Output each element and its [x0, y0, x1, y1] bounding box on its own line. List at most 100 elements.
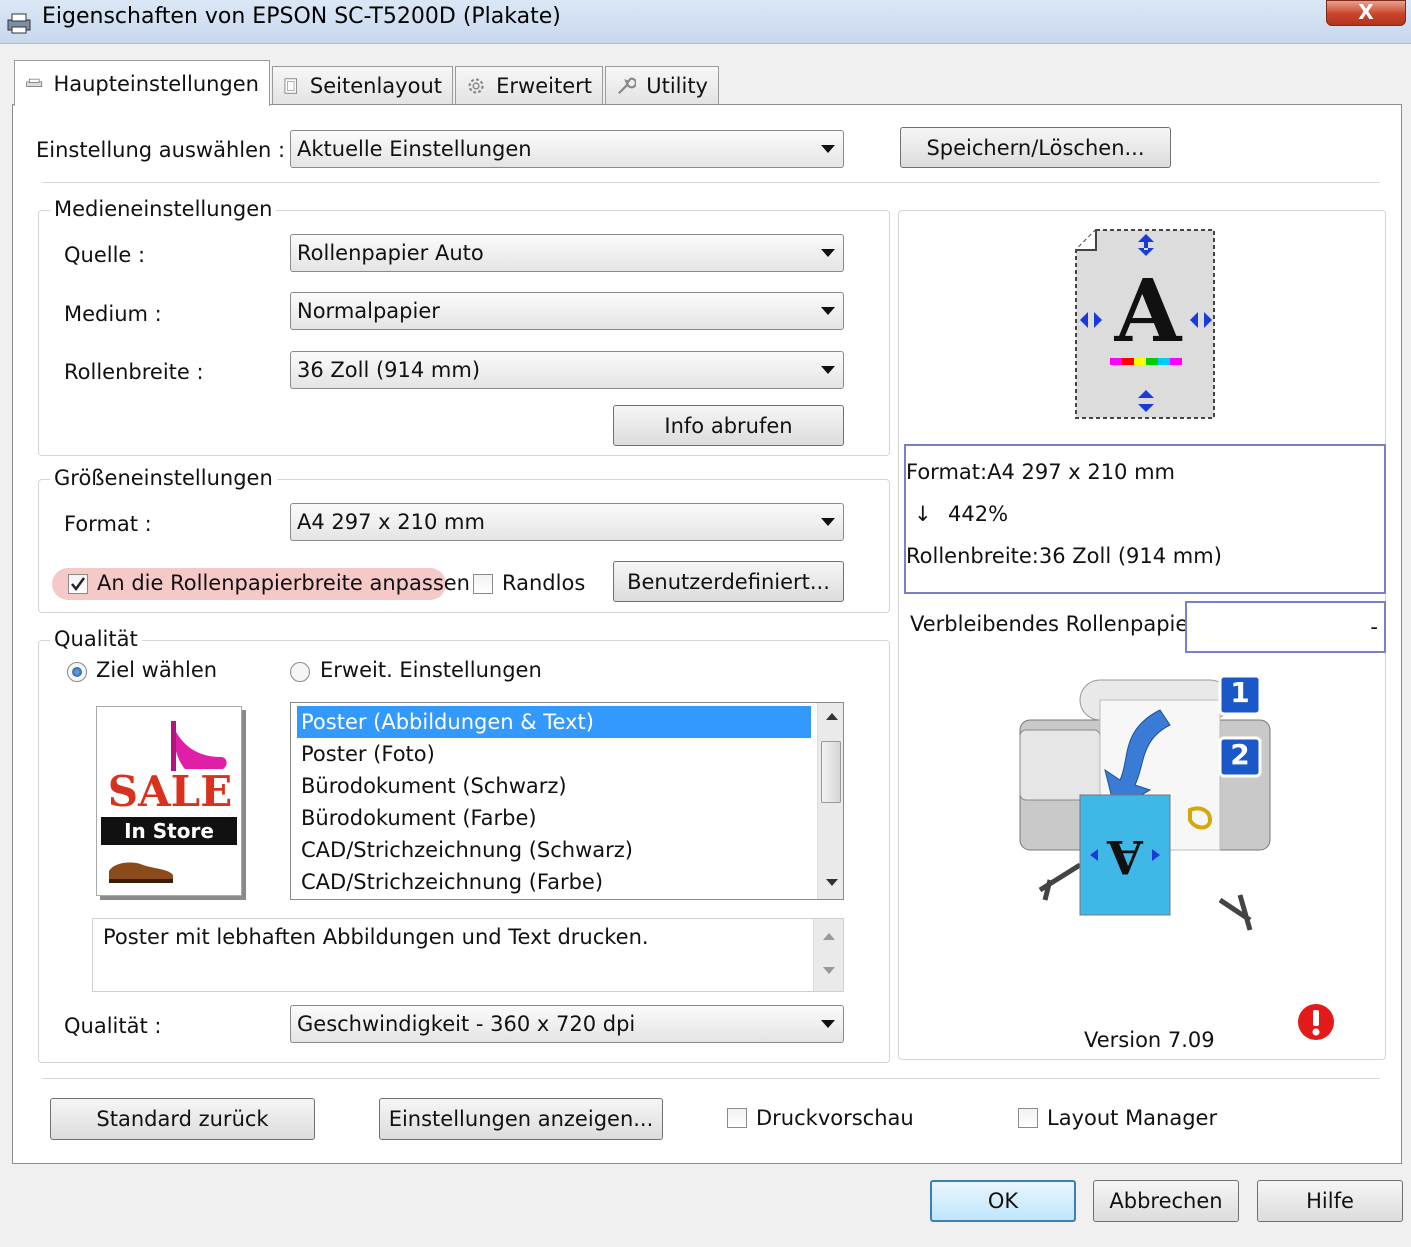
quality-target-list[interactable]: Poster (Abbildungen & Text) Poster (Foto)…: [290, 702, 844, 900]
tab-erweitert[interactable]: Erweitert: [455, 66, 603, 104]
print-preview-checkbox[interactable]: [727, 1108, 747, 1128]
target-radio[interactable]: [67, 662, 87, 682]
reset-defaults-button[interactable]: Standard zurück: [50, 1098, 315, 1140]
version-text: Version 7.09: [1084, 1028, 1215, 1052]
arrow-down-icon: ↓: [914, 502, 932, 526]
rollwidth-value: 36 Zoll (914 mm): [297, 358, 481, 382]
list-item[interactable]: Poster (Foto): [297, 738, 811, 770]
borderless-label: Randlos: [502, 571, 586, 595]
chevron-down-icon: [821, 145, 835, 153]
description-text: Poster mit lebhaften Abbildungen und Tex…: [103, 925, 649, 949]
scrollbar-thumb[interactable]: [821, 741, 841, 803]
ok-button[interactable]: OK: [930, 1180, 1076, 1222]
tab-label: Haupteinstellungen: [53, 71, 259, 96]
format-value: A4 297 x 210 mm: [297, 510, 485, 534]
help-button[interactable]: Hilfe: [1257, 1180, 1403, 1222]
description-scrollbar[interactable]: [813, 919, 843, 991]
remaining-roll-value: -: [1370, 615, 1378, 639]
medium-label: Medium :: [64, 302, 162, 326]
medium-select[interactable]: Normalpapier: [290, 292, 844, 330]
preview-info-box: Format:A4 297 x 210 mm ↓ 442% Rollenbrei…: [904, 444, 1386, 594]
setting-select[interactable]: Aktuelle Einstellungen: [290, 130, 844, 168]
list-item[interactable]: Bürodokument (Farbe): [297, 802, 811, 834]
remaining-roll-field: -: [1185, 601, 1386, 653]
chevron-down-icon: [821, 307, 835, 315]
source-label: Quelle :: [64, 243, 146, 267]
cancel-button[interactable]: Abbrechen: [1093, 1180, 1239, 1222]
list-scrollbar[interactable]: [817, 703, 843, 899]
print-preview-label: Druckvorschau: [756, 1106, 914, 1130]
info-scale: 442%: [948, 502, 1009, 526]
custom-size-button[interactable]: Benutzerdefiniert...: [613, 561, 844, 602]
tab-utility[interactable]: Utility: [605, 66, 719, 104]
advanced-radio[interactable]: [290, 662, 310, 682]
quality-select[interactable]: Geschwindigkeit - 360 x 720 dpi: [290, 1005, 844, 1043]
tab-haupteinstellungen[interactable]: Haupteinstellungen: [14, 60, 270, 106]
rollwidth-select[interactable]: 36 Zoll (914 mm): [290, 351, 844, 389]
list-item[interactable]: CAD/Strichzeichnung (Farbe): [297, 866, 811, 898]
warning-icon[interactable]: [1296, 1002, 1336, 1042]
printer-icon: [26, 78, 43, 87]
divider: [42, 182, 1380, 184]
fit-roll-checkbox[interactable]: [68, 574, 88, 594]
wrench-icon: [618, 77, 637, 94]
info-rollwidth: Rollenbreite:36 Zoll (914 mm): [906, 544, 1222, 568]
divider: [42, 1078, 1380, 1080]
remaining-roll-label: Verbleibendes Rollenpapier:: [910, 612, 1204, 636]
shoe-icon: [109, 862, 173, 883]
source-select[interactable]: Rollenpapier Auto: [290, 234, 844, 272]
quality-value: Geschwindigkeit - 360 x 720 dpi: [297, 1012, 636, 1036]
scroll-up-icon[interactable]: [823, 933, 835, 940]
setting-value: Aktuelle Einstellungen: [297, 137, 532, 161]
medium-value: Normalpapier: [297, 299, 440, 323]
target-radio-label: Ziel wählen: [96, 658, 218, 682]
borderless-checkbox[interactable]: [473, 574, 493, 594]
window-title: Eigenschaften von EPSON SC-T5200D (Plaka…: [42, 4, 561, 29]
list-item[interactable]: CAD/Strichzeichnung (Schwarz): [297, 834, 811, 866]
list-item[interactable]: Bürodokument (Schwarz): [297, 770, 811, 802]
gear-icon: [468, 77, 484, 94]
info-button[interactable]: Info abrufen: [613, 405, 844, 446]
scroll-down-icon[interactable]: [823, 967, 835, 974]
scroll-down-icon[interactable]: [826, 879, 838, 886]
quality-label: Qualität :: [64, 1014, 162, 1038]
tab-label: Seitenlayout: [309, 73, 442, 98]
page-layout-icon: [284, 78, 297, 93]
show-settings-button[interactable]: Einstellungen anzeigen...: [379, 1098, 663, 1140]
thumbnail-banner: In Store Now: [101, 817, 237, 871]
printer-illustration-icon: [1019, 674, 1271, 931]
format-label: Format :: [64, 512, 152, 536]
thumbnail-sale-text: SALE: [107, 767, 233, 816]
save-delete-button[interactable]: Speichern/Löschen...: [900, 127, 1171, 168]
printer-icon: [7, 13, 31, 34]
source-value: Rollenpapier Auto: [297, 241, 484, 265]
chevron-down-icon: [821, 366, 835, 374]
printer-badge-1: 1: [1230, 676, 1250, 709]
description-box: Poster mit lebhaften Abbildungen und Tex…: [92, 918, 844, 992]
tab-seitenlayout[interactable]: Seitenlayout: [272, 66, 453, 104]
printer-badge-2: 2: [1230, 738, 1250, 771]
fit-roll-label: An die Rollenpapierbreite anpassen: [97, 571, 470, 595]
chevron-down-icon: [821, 1020, 835, 1028]
rollwidth-label: Rollenbreite :: [64, 360, 204, 384]
shoe-heel-icon: [171, 721, 227, 771]
size-group-title: Größeneinstellungen: [50, 466, 277, 490]
format-select[interactable]: A4 297 x 210 mm: [290, 503, 844, 541]
media-group-title: Medieneinstellungen: [50, 197, 277, 221]
advanced-radio-label: Erweit. Einstellungen: [320, 658, 542, 682]
checkmark-icon: [71, 577, 86, 592]
layout-manager-checkbox[interactable]: [1018, 1108, 1038, 1128]
layout-manager-label: Layout Manager: [1047, 1106, 1218, 1130]
quality-thumbnail: SALE In Store Now: [96, 706, 242, 896]
close-button[interactable]: X: [1326, 0, 1406, 26]
setting-label: Einstellung auswählen :: [36, 138, 286, 162]
page-preview-letter: A: [1114, 261, 1182, 362]
quality-group-title: Qualität: [50, 627, 142, 651]
chevron-down-icon: [821, 518, 835, 526]
list-item[interactable]: Poster (Abbildungen & Text): [297, 706, 811, 738]
scroll-up-icon[interactable]: [826, 713, 838, 720]
chevron-down-icon: [821, 249, 835, 257]
tab-label: Utility: [646, 73, 708, 98]
printer-page-letter: A: [1107, 830, 1143, 884]
tab-label: Erweitert: [496, 73, 592, 98]
